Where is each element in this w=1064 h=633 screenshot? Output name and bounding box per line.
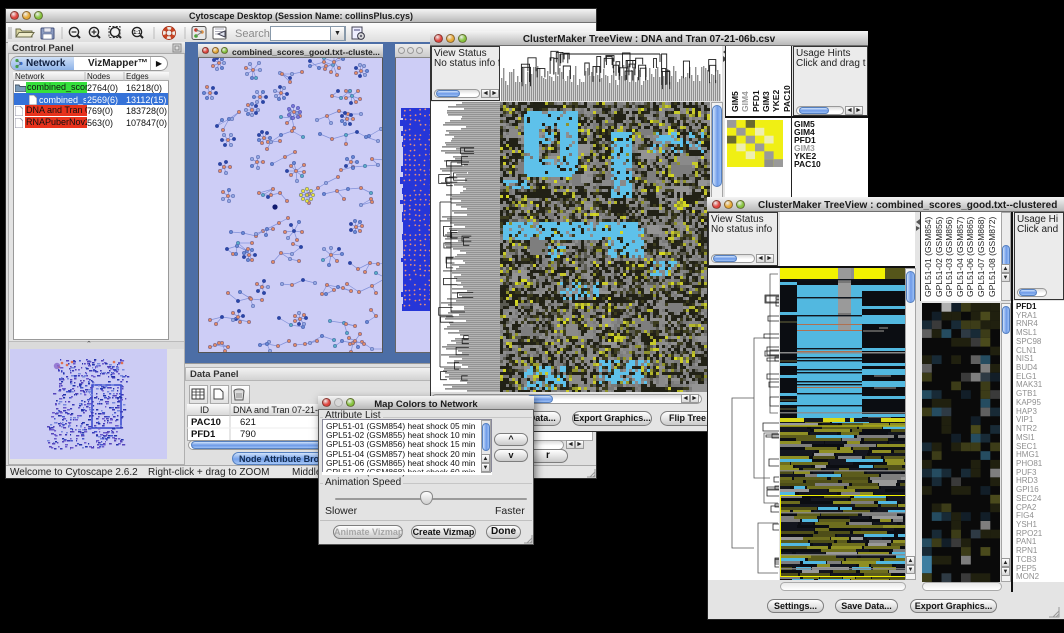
svg-text:1:1: 1:1 <box>133 30 140 36</box>
